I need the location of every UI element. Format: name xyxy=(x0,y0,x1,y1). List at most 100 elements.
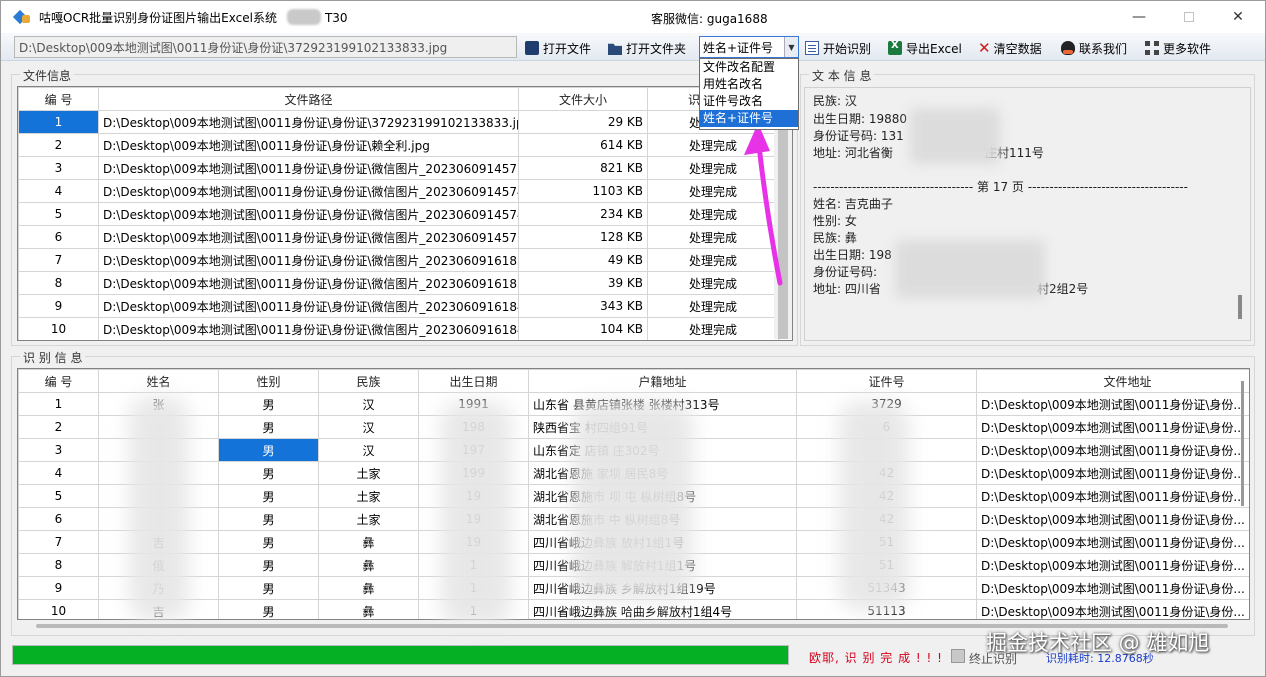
row-number: 9 xyxy=(18,576,99,600)
row-number: 3 xyxy=(18,438,99,462)
sex-cell: 男 xyxy=(218,553,319,577)
column-header[interactable]: 性别 xyxy=(218,369,319,393)
nation-cell: 彝 xyxy=(318,599,419,619)
close-button[interactable]: ✕ xyxy=(1215,1,1261,33)
column-header[interactable]: 文件地址 xyxy=(976,369,1249,393)
text-line: 出生日期: 198 xyxy=(813,248,892,262)
dropdown-option[interactable]: 文件改名配置 xyxy=(700,59,798,76)
file-path-input[interactable] xyxy=(14,36,517,58)
column-header[interactable]: 出生日期 xyxy=(418,369,529,393)
open-file-button[interactable]: 打开文件 xyxy=(525,38,591,58)
nation-cell: 彝 xyxy=(318,553,419,577)
text-info-label: 文 本 信 息 xyxy=(809,67,875,84)
column-header[interactable]: 编 号 xyxy=(18,87,99,111)
file-size-cell: 29 KB xyxy=(518,110,648,134)
window-title-text: 咕嘎OCR批量识别身份证图片输出Excel系统 xyxy=(39,10,277,25)
text-panel-scrollbar[interactable] xyxy=(1238,295,1242,319)
column-header[interactable]: 证件号 xyxy=(796,369,977,393)
sex-cell: 男 xyxy=(218,530,319,554)
status-cell: 处理完成 xyxy=(647,317,779,340)
table-row[interactable]: 1 D:\Desktop\009本地测试图\0011身份证\身份证\3729231… xyxy=(18,110,779,134)
table-row[interactable]: 2 D:\Desktop\009本地测试图\0011身份证\身份证\赖全利.jpg… xyxy=(18,133,779,157)
text-info-panel[interactable]: 民族: 汉 出生日期: 19880 身份证号码: 131 地址: 河北省衡 庄村… xyxy=(804,87,1251,341)
text-line: 民族: 彝 xyxy=(813,231,857,245)
row-number: 8 xyxy=(18,271,99,295)
progress-bar xyxy=(12,645,789,665)
open-folder-button[interactable]: 打开文件夹 xyxy=(608,38,686,58)
table-row[interactable]: 7 D:\Desktop\009本地测试图\0011身份证\身份证\微信图片_20… xyxy=(18,248,779,272)
file-path-cell: D:\Desktop\009本地测试图\0011身份证\身份证\37292319… xyxy=(98,110,519,134)
window-title: 咕嘎OCR批量识别身份证图片输出Excel系统 T30 xyxy=(39,8,348,26)
chevron-down-icon[interactable]: ▼ xyxy=(784,37,798,57)
maximize-button[interactable] xyxy=(1166,1,1212,33)
file-info-label: 文件信息 xyxy=(20,67,75,84)
rename-mode-select[interactable]: 姓名+证件号 ▼ xyxy=(699,36,799,58)
dropdown-option-selected[interactable]: 姓名+证件号 xyxy=(700,110,798,127)
sex-cell: 男 xyxy=(218,392,319,416)
rename-mode-dropdown: 文件改名配置 用姓名改名 证件号改名 姓名+证件号 xyxy=(699,58,799,130)
table-row[interactable]: 8 D:\Desktop\009本地测试图\0011身份证\身份证\微信图片_20… xyxy=(18,271,779,295)
file-size-cell: 343 KB xyxy=(518,294,648,318)
text-line: 身份证号码: xyxy=(813,265,878,279)
column-header[interactable]: 民族 xyxy=(318,369,419,393)
nation-cell: 汉 xyxy=(318,438,419,462)
export-excel-button[interactable]: 导出Excel xyxy=(888,38,962,58)
file-path-cell: D:\Desktop\009本地测试图\0011身份证\身份证\微信图片_202… xyxy=(98,294,519,318)
table-header-row: 编 号 姓名 性别 民族 出生日期 户籍地址 证件号 文件地址 xyxy=(18,369,1249,393)
clear-data-button[interactable]: ✕ 清空数据 xyxy=(978,38,1042,58)
file-size-cell: 614 KB xyxy=(518,133,648,157)
file-path-cell: D:\Desktop\009本地测试图\0011身份证\身份证\微信图片_202… xyxy=(98,248,519,272)
start-recognition-button[interactable]: 开始识别 xyxy=(805,38,871,58)
column-header[interactable]: 文件路径 xyxy=(98,87,519,111)
table-row[interactable]: 4 D:\Desktop\009本地测试图\0011身份证\身份证\微信图片_20… xyxy=(18,179,779,203)
table-row[interactable]: 3 D:\Desktop\009本地测试图\0011身份证\身份证\微信图片_20… xyxy=(18,156,779,180)
text-line: 身份证号码: 131 xyxy=(813,129,904,143)
page-separator: ------------------------------------- 第 … xyxy=(813,180,1188,194)
sex-cell: 男 xyxy=(218,415,319,439)
row-number: 1 xyxy=(18,392,99,416)
table-row[interactable]: 5 D:\Desktop\009本地测试图\0011身份证\身份证\微信图片_20… xyxy=(18,202,779,226)
app-logo-icon xyxy=(15,9,31,25)
redacted-blur xyxy=(441,401,511,626)
more-software-button[interactable]: 更多软件 xyxy=(1145,38,1211,58)
export-label: 导出Excel xyxy=(906,41,962,56)
stop-checkbox[interactable] xyxy=(951,649,965,663)
column-header[interactable]: 户籍地址 xyxy=(528,369,797,393)
column-header[interactable]: 编 号 xyxy=(18,369,99,393)
file-path-cell: D:\Desktop\009本地测试图\0011身份证\身份证\微信图片_202… xyxy=(98,156,519,180)
file-address-cell: D:\Desktop\009本地测试图\0011身份证\身份... xyxy=(976,599,1249,619)
file-path-cell: D:\Desktop\009本地测试图\0011身份证\身份证\微信图片_202… xyxy=(98,317,519,340)
sex-cell: 男 xyxy=(218,461,319,485)
table-row[interactable]: 10 D:\Desktop\009本地测试图\0011身份证\身份证\微信图片_2… xyxy=(18,317,779,340)
start-label: 开始识别 xyxy=(823,41,872,56)
sex-cell: 男 xyxy=(218,484,319,508)
column-header[interactable]: 文件大小 xyxy=(518,87,648,111)
minimize-button[interactable]: — xyxy=(1116,1,1162,33)
table-row[interactable]: 10吉男彝1四川省峨边彝族 哈曲乡解放村1组4号51113D:\Desktop\… xyxy=(18,599,1249,619)
column-header[interactable]: 姓名 xyxy=(98,369,219,393)
file-size-cell: 1103 KB xyxy=(518,179,648,203)
file-address-cell: D:\Desktop\009本地测试图\0011身份证\身份... xyxy=(976,553,1249,577)
window-title-version: T30 xyxy=(324,10,348,25)
app-window: 咕嘎OCR批量识别身份证图片输出Excel系统 T30 客服微信: guga168… xyxy=(0,0,1266,677)
open-file-label: 打开文件 xyxy=(543,41,592,56)
contact-us-button[interactable]: 联系我们 xyxy=(1061,38,1127,58)
nation-cell: 汉 xyxy=(318,392,419,416)
redacted-blur xyxy=(895,240,1045,298)
file-address-cell: D:\Desktop\009本地测试图\0011身份证\身份... xyxy=(976,461,1249,485)
watermark: 掘金技术社区 @ 雄如旭 xyxy=(986,631,1210,655)
file-address-cell: D:\Desktop\009本地测试图\0011身份证\身份... xyxy=(976,415,1249,439)
file-size-cell: 39 KB xyxy=(518,271,648,295)
nation-cell: 汉 xyxy=(318,415,419,439)
id-table-vscrollbar[interactable] xyxy=(1241,381,1244,506)
dropdown-option[interactable]: 证件号改名 xyxy=(700,93,798,110)
file-address-cell: D:\Desktop\009本地测试图\0011身份证\身份... xyxy=(976,484,1249,508)
dropdown-option[interactable]: 用姓名改名 xyxy=(700,76,798,93)
row-number: 10 xyxy=(18,317,99,340)
table-row[interactable]: 6 D:\Desktop\009本地测试图\0011身份证\身份证\微信图片_20… xyxy=(18,225,779,249)
table-row[interactable]: 9 D:\Desktop\009本地测试图\0011身份证\身份证\微信图片_20… xyxy=(18,294,779,318)
file-address-cell: D:\Desktop\009本地测试图\0011身份证\身份... xyxy=(976,576,1249,600)
redacted-blur xyxy=(910,108,1000,164)
address-cell: 四川省峨边彝族 哈曲乡解放村1组4号 xyxy=(528,599,797,619)
row-number: 8 xyxy=(18,553,99,577)
